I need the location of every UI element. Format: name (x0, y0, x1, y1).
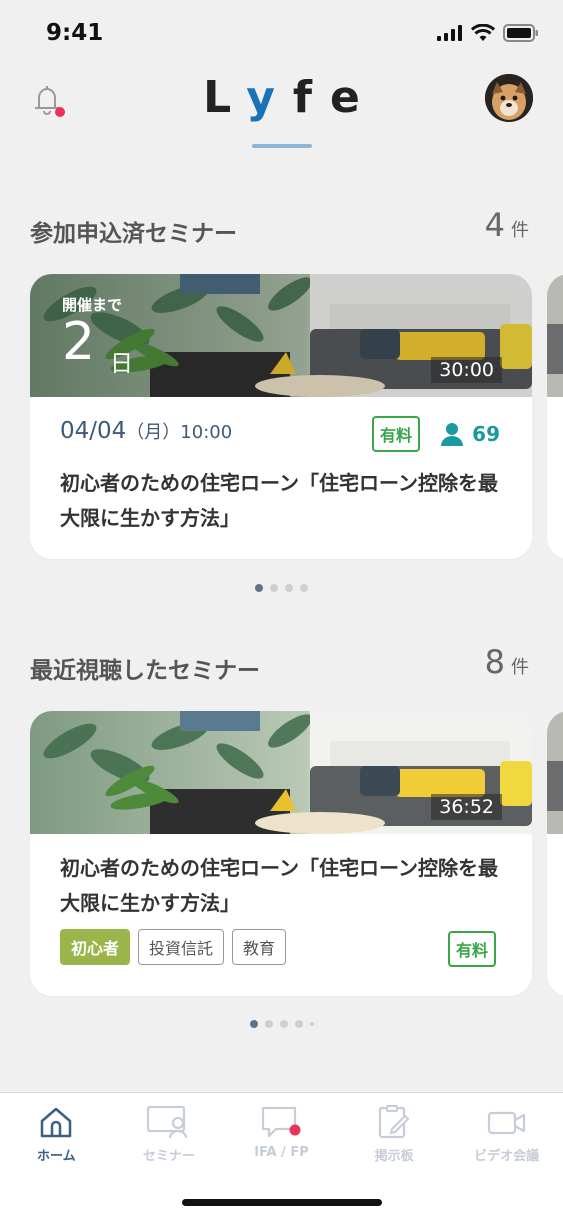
logo-letter-l: L (203, 72, 247, 123)
user-avatar[interactable] (485, 74, 533, 122)
recent-pagination (0, 1020, 563, 1028)
registered-count-value: 4 (484, 206, 505, 244)
seminar-tags: 初心者 投資信託 教育 (60, 929, 287, 965)
next-card-peek[interactable] (547, 711, 563, 996)
recent-seminars-title: 最近視聴したセミナー (30, 658, 260, 684)
recent-count-value: 8 (484, 643, 505, 681)
pagination-dot[interactable] (249, 1020, 258, 1028)
tab-video-meeting-label: ビデオ会議 (474, 1149, 540, 1164)
pagination-dot[interactable] (300, 584, 308, 592)
registered-pagination (0, 584, 563, 592)
pagination-dot[interactable] (279, 1020, 288, 1028)
chat-icon (262, 1106, 301, 1138)
logo-letter-e: e (330, 72, 378, 123)
status-icons (437, 24, 539, 42)
tab-seminar[interactable]: セミナー (113, 1093, 226, 1164)
seminar-title: 初心者のための住宅ローン「住宅ローン控除を最大限に生かす方法」 (60, 856, 498, 915)
seminar-time: 10:00 (180, 422, 233, 443)
status-bar: 9:41 (0, 0, 563, 66)
tab-home[interactable]: ホーム (0, 1093, 113, 1164)
seminar-weekday: （月） (126, 422, 181, 443)
countdown-days-value: 2 (62, 312, 96, 372)
tab-board[interactable]: 掲示板 (338, 1093, 451, 1164)
pagination-dot[interactable] (270, 584, 278, 592)
next-card-peek[interactable] (547, 274, 563, 559)
registered-seminars-count: 4件 (485, 206, 529, 244)
registered-seminars-title: 参加申込済セミナー (30, 221, 237, 247)
home-indicator (182, 1199, 382, 1206)
tab-board-label: 掲示板 (374, 1149, 414, 1164)
video-duration: 30:00 (431, 357, 502, 383)
registered-seminar-card[interactable]: 開催まで 2 日 30:00 04/04（月）10:00 有料 69 初心者のた… (30, 274, 532, 559)
tab-ifa-fp[interactable]: IFA / FP (225, 1093, 338, 1164)
recent-seminars-count: 8件 (485, 643, 529, 681)
seminar-date: 04/04 (60, 418, 127, 444)
seminar-title: 初心者のための住宅ローン「住宅ローン控除を最大限に生かす方法」 (60, 471, 498, 530)
pagination-dot[interactable] (285, 584, 293, 592)
tab-home-label: ホーム (36, 1149, 76, 1164)
seminar-datetime: 04/04（月）10:00 (60, 418, 232, 444)
video-duration: 36:52 (431, 794, 502, 820)
signal-icon (437, 25, 462, 41)
app-header: Lyfe (0, 66, 563, 156)
app-logo: Lyfe (0, 72, 563, 123)
paid-badge: 有料 (448, 931, 497, 967)
tag-beginner[interactable]: 初心者 (60, 929, 131, 965)
tab-seminar-label: セミナー (142, 1149, 195, 1164)
pagination-dot[interactable] (294, 1020, 303, 1028)
video-icon (487, 1111, 525, 1135)
tab-ifa-fp-label: IFA / FP (254, 1145, 309, 1160)
bottom-tab-bar: ホーム セミナー IFA / FP 掲示板 ビデオ会議 (0, 1092, 563, 1218)
battery-icon (503, 24, 538, 42)
tab-video-meeting[interactable]: ビデオ会議 (450, 1093, 563, 1164)
seminar-thumbnail: 開催まで 2 日 30:00 (30, 274, 532, 397)
seminar-icon (146, 1105, 187, 1139)
logo-underline (252, 144, 312, 148)
board-icon (378, 1105, 410, 1139)
tag-education[interactable]: 教育 (232, 929, 287, 965)
status-time: 9:41 (46, 20, 104, 46)
recent-count-unit: 件 (511, 657, 529, 678)
person-icon (441, 423, 464, 446)
logo-letter-f: f (292, 72, 331, 123)
paid-badge: 有料 (372, 416, 421, 452)
seminar-thumbnail: 36:52 (30, 711, 532, 834)
participants-value: 69 (472, 422, 500, 446)
participants-count: 69 (440, 422, 500, 446)
home-icon (41, 1107, 72, 1138)
tag-investment-trust[interactable]: 投資信託 (138, 929, 225, 965)
pagination-dot[interactable] (255, 584, 263, 592)
recent-seminar-card[interactable]: 36:52 初心者のための住宅ローン「住宅ローン控除を最大限に生かす方法」 初心… (30, 711, 532, 996)
pagination-dot[interactable] (309, 1022, 314, 1026)
registered-count-unit: 件 (511, 220, 529, 241)
pagination-dot[interactable] (264, 1020, 273, 1028)
logo-letter-y: y (246, 72, 293, 123)
wifi-icon (471, 24, 495, 41)
avatar-dog-image (485, 74, 533, 122)
countdown-days-unit: 日 (110, 351, 133, 377)
